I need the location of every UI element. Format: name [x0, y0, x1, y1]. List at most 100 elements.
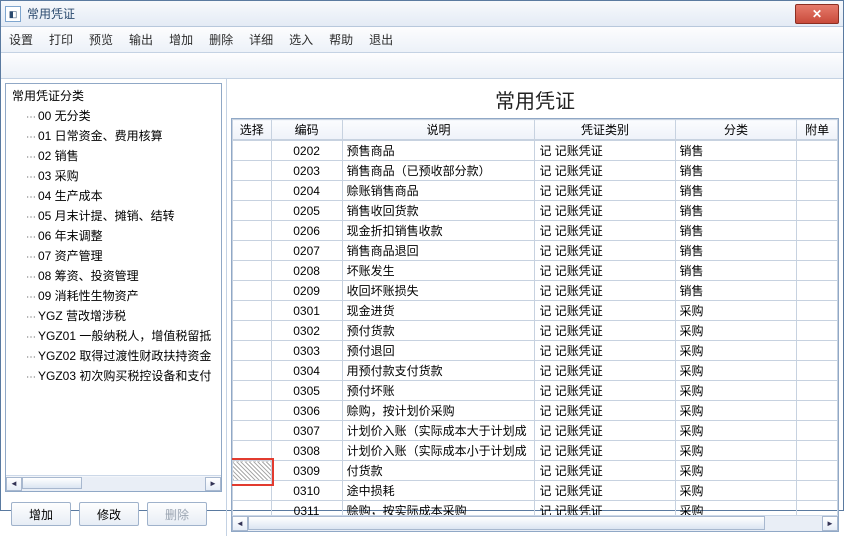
table-row[interactable]: 0301现金进货记 记账凭证采购 [233, 301, 838, 321]
tree-node[interactable]: YGZ01 一般纳税人，增值税留抵 [12, 327, 221, 347]
column-header[interactable]: 编码 [271, 120, 342, 140]
grid-header: 选择编码说明凭证类别分类附单 [232, 119, 838, 140]
tree-node[interactable]: 02 销售 [12, 147, 221, 167]
select-cell[interactable] [233, 361, 272, 381]
scroll-thumb[interactable] [22, 477, 82, 489]
type-cell: 记 记账凭证 [535, 441, 675, 461]
category-tree[interactable]: 00 无分类01 日常资金、费用核算02 销售03 采购04 生产成本05 月末… [6, 107, 221, 475]
table-row[interactable]: 0206现金折扣销售收款记 记账凭证销售 [233, 221, 838, 241]
tree-node[interactable]: 00 无分类 [12, 107, 221, 127]
table-row[interactable]: 0205销售收回货款记 记账凭证销售 [233, 201, 838, 221]
table-row[interactable]: 0204赊账销售商品记 记账凭证销售 [233, 181, 838, 201]
tree-node[interactable]: 04 生产成本 [12, 187, 221, 207]
tree-node[interactable]: 08 筹资、投资管理 [12, 267, 221, 287]
column-header[interactable]: 分类 [675, 120, 797, 140]
desc-cell: 坏账发生 [342, 261, 535, 281]
column-header[interactable]: 凭证类别 [535, 120, 675, 140]
scroll-left-button[interactable]: ◄ [6, 477, 22, 491]
add-button[interactable]: 增加 [11, 502, 71, 526]
type-cell: 记 记账凭证 [535, 361, 675, 381]
tree-node[interactable]: 01 日常资金、费用核算 [12, 127, 221, 147]
tree-node[interactable]: 05 月末计提、摊销、结转 [12, 207, 221, 227]
tree-node[interactable]: 07 资产管理 [12, 247, 221, 267]
select-cell[interactable] [233, 441, 272, 461]
select-cell[interactable] [233, 261, 272, 281]
select-cell[interactable] [233, 421, 272, 441]
desc-cell: 计划价入账（实际成本小于计划成 [342, 441, 535, 461]
table-row[interactable]: 0303预付退回记 记账凭证采购 [233, 341, 838, 361]
select-cell[interactable] [233, 461, 272, 481]
att-cell [797, 461, 838, 481]
menu-输出[interactable]: 输出 [129, 31, 153, 48]
tree-hscrollbar[interactable]: ◄ ► [6, 475, 221, 491]
select-cell[interactable] [233, 181, 272, 201]
select-cell[interactable] [233, 141, 272, 161]
table-row[interactable]: 0207销售商品退回记 记账凭证销售 [233, 241, 838, 261]
select-cell[interactable] [233, 401, 272, 421]
app-icon: ◧ [5, 6, 21, 22]
desc-cell: 用预付款支付货款 [342, 361, 535, 381]
grid-scroll-left[interactable]: ◄ [232, 516, 248, 531]
tree-node[interactable]: YGZ 营改增涉税 [12, 307, 221, 327]
menu-退出[interactable]: 退出 [369, 31, 393, 48]
type-cell: 记 记账凭证 [535, 301, 675, 321]
tree-node[interactable]: YGZ02 取得过渡性财政扶持资金 [12, 347, 221, 367]
cat-cell: 销售 [675, 141, 797, 161]
table-row[interactable]: 0209收回坏账损失记 记账凭证销售 [233, 281, 838, 301]
table-row[interactable]: 0310途中损耗记 记账凭证采购 [233, 481, 838, 501]
menu-选入[interactable]: 选入 [289, 31, 313, 48]
edit-button[interactable]: 修改 [79, 502, 139, 526]
type-cell: 记 记账凭证 [535, 501, 675, 516]
select-cell[interactable] [233, 221, 272, 241]
table-row[interactable]: 0311赊购，按实际成本采购记 记账凭证采购 [233, 501, 838, 516]
menu-设置[interactable]: 设置 [9, 31, 33, 48]
close-button[interactable]: ✕ [795, 4, 839, 24]
scroll-right-button[interactable]: ► [205, 477, 221, 491]
menu-打印[interactable]: 打印 [49, 31, 73, 48]
type-cell: 记 记账凭证 [535, 141, 675, 161]
table-row[interactable]: 0308计划价入账（实际成本小于计划成记 记账凭证采购 [233, 441, 838, 461]
column-header[interactable]: 说明 [342, 120, 535, 140]
select-cell[interactable] [233, 241, 272, 261]
select-cell[interactable] [233, 321, 272, 341]
table-row[interactable]: 0208坏账发生记 记账凭证销售 [233, 261, 838, 281]
table-row[interactable]: 0202预售商品记 记账凭证销售 [233, 141, 838, 161]
delete-button[interactable]: 删除 [147, 502, 207, 526]
select-cell[interactable] [233, 301, 272, 321]
tree-node[interactable]: 06 年末调整 [12, 227, 221, 247]
grid-scroll-right[interactable]: ► [822, 516, 838, 531]
grid-scroll-track[interactable] [248, 516, 822, 531]
table-row[interactable]: 0302预付货款记 记账凭证采购 [233, 321, 838, 341]
grid-scroll-thumb[interactable] [248, 516, 765, 530]
select-cell[interactable] [233, 341, 272, 361]
table-row[interactable]: 0305预付坏账记 记账凭证采购 [233, 381, 838, 401]
table-row[interactable]: 0304用预付款支付货款记 记账凭证采购 [233, 361, 838, 381]
select-cell[interactable] [233, 201, 272, 221]
menu-增加[interactable]: 增加 [169, 31, 193, 48]
tree-node[interactable]: 09 消耗性生物资产 [12, 287, 221, 307]
scroll-track[interactable] [22, 477, 205, 491]
tree-node[interactable]: 03 采购 [12, 167, 221, 187]
table-row[interactable]: 0307计划价入账（实际成本大于计划成记 记账凭证采购 [233, 421, 838, 441]
desc-cell: 收回坏账损失 [342, 281, 535, 301]
grid-body[interactable]: 0202预售商品记 记账凭证销售0203销售商品（已预收部分款）记 记账凭证销售… [232, 140, 838, 515]
table-row[interactable]: 0309付货款记 记账凭证采购 [233, 461, 838, 481]
select-cell[interactable] [233, 161, 272, 181]
table-row[interactable]: 0306赊购，按计划价采购记 记账凭证采购 [233, 401, 838, 421]
code-cell: 0205 [271, 201, 342, 221]
menu-预览[interactable]: 预览 [89, 31, 113, 48]
column-header[interactable]: 选择 [233, 120, 272, 140]
type-cell: 记 记账凭证 [535, 401, 675, 421]
column-header[interactable]: 附单 [797, 120, 838, 140]
table-row[interactable]: 0203销售商品（已预收部分款）记 记账凭证销售 [233, 161, 838, 181]
menu-帮助[interactable]: 帮助 [329, 31, 353, 48]
tree-node[interactable]: YGZ03 初次购买税控设备和支付 [12, 367, 221, 387]
select-cell[interactable] [233, 381, 272, 401]
menu-删除[interactable]: 删除 [209, 31, 233, 48]
cat-cell: 销售 [675, 201, 797, 221]
grid-hscrollbar[interactable]: ◄ ► [232, 515, 838, 531]
select-cell[interactable] [233, 481, 272, 501]
menu-详细[interactable]: 详细 [249, 31, 273, 48]
select-cell[interactable] [233, 501, 272, 516]
select-cell[interactable] [233, 281, 272, 301]
